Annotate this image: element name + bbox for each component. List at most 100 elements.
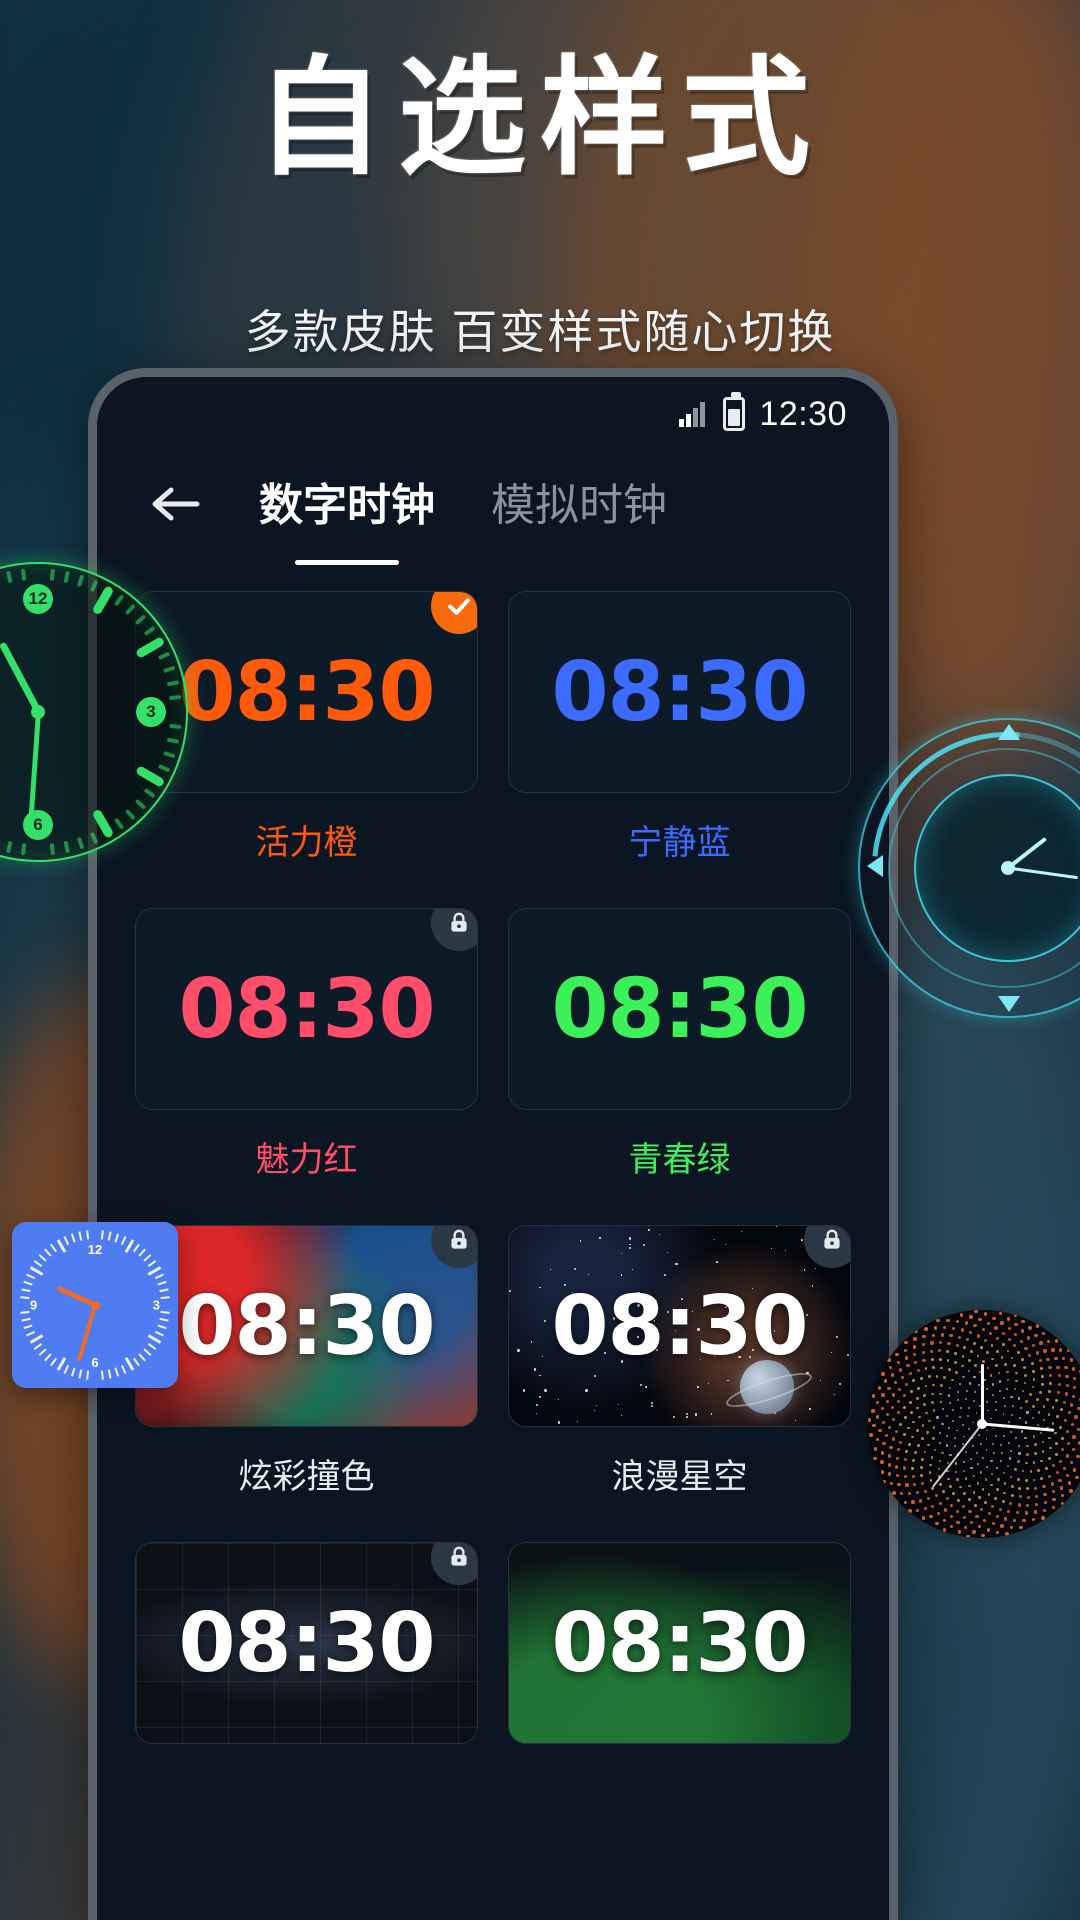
clock-tick xyxy=(63,1364,70,1374)
lock-icon[interactable] xyxy=(431,909,477,951)
spiral-dot xyxy=(887,1358,891,1362)
spiral-dot xyxy=(923,1489,927,1493)
spiral-dot xyxy=(925,1411,928,1415)
star xyxy=(544,1389,547,1392)
spiral-dot xyxy=(1045,1397,1049,1401)
spiral-dot xyxy=(999,1508,1003,1512)
spiral-dot xyxy=(962,1504,966,1508)
spiral-dot xyxy=(916,1443,920,1447)
spiral-dot xyxy=(895,1456,899,1460)
spiral-dot xyxy=(889,1445,893,1449)
spiral-dot xyxy=(1001,1331,1005,1335)
clock-style-item[interactable]: 08:30 xyxy=(135,1542,478,1744)
spiral-dot xyxy=(940,1366,944,1370)
clock-style-item[interactable]: 08:30 xyxy=(508,1542,851,1744)
spiral-dot xyxy=(949,1485,952,1488)
spiral-dot xyxy=(955,1319,960,1324)
clock-style-item[interactable]: 08:30 炫彩撞色 xyxy=(135,1225,478,1528)
clock-tick xyxy=(78,1369,83,1379)
spiral-dot xyxy=(954,1462,958,1465)
star xyxy=(585,1389,588,1392)
clock-style-label: 魅力红 xyxy=(255,1141,358,1179)
spiral-dot xyxy=(997,1478,1000,1481)
spiral-dot xyxy=(949,1524,954,1529)
battery-icon xyxy=(723,392,746,431)
clock-style-card[interactable]: 08:30 xyxy=(135,1542,478,1744)
clock-style-card[interactable]: 08:30 xyxy=(508,591,851,793)
clock-numeral: 3 xyxy=(136,697,166,727)
spiral-dot xyxy=(936,1416,939,1419)
spiral-dot xyxy=(962,1492,966,1496)
spiral-dot xyxy=(955,1371,958,1374)
spiral-dot xyxy=(1043,1492,1047,1497)
clock-style-card[interactable]: 08:30 xyxy=(135,1225,478,1427)
spiral-dot xyxy=(917,1386,920,1390)
tab-digital-clock[interactable]: 数字时钟 xyxy=(259,469,435,565)
spiral-dot xyxy=(984,1338,988,1342)
spiral-dot xyxy=(1017,1444,1020,1447)
arrow-left-icon[interactable] xyxy=(145,473,207,535)
spiral-dot xyxy=(963,1346,967,1350)
spiral-dot xyxy=(932,1366,936,1370)
spiral-dot xyxy=(905,1383,909,1387)
star xyxy=(588,1274,589,1275)
spiral-dot xyxy=(881,1420,886,1424)
star xyxy=(629,1243,631,1246)
spiral-dot xyxy=(955,1343,959,1347)
spiral-dot xyxy=(970,1520,974,1524)
clock-style-card[interactable]: 08:30 xyxy=(135,908,478,1110)
spiral-dot xyxy=(881,1393,885,1397)
spiral-dot xyxy=(946,1318,950,1323)
star xyxy=(645,1386,647,1388)
spiral-dot xyxy=(961,1423,964,1426)
spiral-dot xyxy=(978,1434,980,1436)
check-icon[interactable] xyxy=(431,592,477,634)
spiral-dot xyxy=(980,1471,983,1474)
spiral-dot xyxy=(998,1389,1001,1392)
spiral-dot xyxy=(1006,1387,1009,1391)
spiral-dot xyxy=(942,1528,947,1532)
spiral-dot xyxy=(1000,1443,1002,1446)
spiral-dot xyxy=(969,1315,973,1319)
spiral-dot xyxy=(912,1420,915,1424)
clock-tick xyxy=(157,1280,167,1286)
spiral-dot xyxy=(1070,1423,1074,1427)
spiral-dot xyxy=(869,1433,873,1437)
star xyxy=(795,1419,797,1421)
clock-style-card[interactable]: 08:30 xyxy=(508,908,851,1110)
spiral-dot xyxy=(996,1488,999,1491)
spiral-dot xyxy=(903,1474,907,1479)
clock-style-card[interactable]: 08:30 xyxy=(508,1225,851,1427)
clock-style-item[interactable]: 08:30 宁静蓝 xyxy=(508,591,851,894)
spiral-dot xyxy=(974,1364,977,1367)
star xyxy=(620,1253,623,1255)
clock-numeral: 3 xyxy=(152,1297,160,1313)
spiral-dot xyxy=(884,1379,888,1383)
spiral-dot xyxy=(1014,1437,1018,1440)
spiral-dot xyxy=(947,1341,951,1345)
star xyxy=(631,1269,633,1271)
clock-tick xyxy=(20,1310,30,1314)
spiral-dot xyxy=(1056,1415,1060,1419)
tab-analog-clock[interactable]: 模拟时钟 xyxy=(491,469,667,539)
spiral-dot xyxy=(1034,1452,1037,1455)
spiral-dot xyxy=(1054,1431,1058,1435)
clock-tick xyxy=(120,1364,127,1374)
spiral-dot xyxy=(941,1408,945,1411)
spiral-dot xyxy=(994,1326,998,1330)
clock-style-item[interactable]: 08:30 浪漫星空 xyxy=(508,1225,851,1528)
spiral-dot xyxy=(965,1338,969,1342)
spiral-dot xyxy=(1032,1461,1036,1464)
spiral-dot xyxy=(977,1334,981,1338)
app-header: 数字时钟 模拟时钟 xyxy=(97,451,889,565)
spiral-dot xyxy=(929,1349,934,1353)
phone-screen: 12:30 数字时钟 模拟时钟 08:30 活力橙 08:30 宁静蓝 08:3… xyxy=(97,377,889,1920)
spiral-dot xyxy=(878,1429,882,1433)
spiral-dot xyxy=(961,1355,965,1358)
spiral-dot xyxy=(1031,1517,1036,1522)
clock-style-card[interactable]: 08:30 xyxy=(508,1542,851,1744)
clock-style-item[interactable]: 08:30 青春绿 xyxy=(508,908,851,1211)
spiral-dot xyxy=(887,1454,892,1458)
clock-style-item[interactable]: 08:30 魅力红 xyxy=(135,908,478,1211)
spiral-dot xyxy=(960,1328,965,1332)
